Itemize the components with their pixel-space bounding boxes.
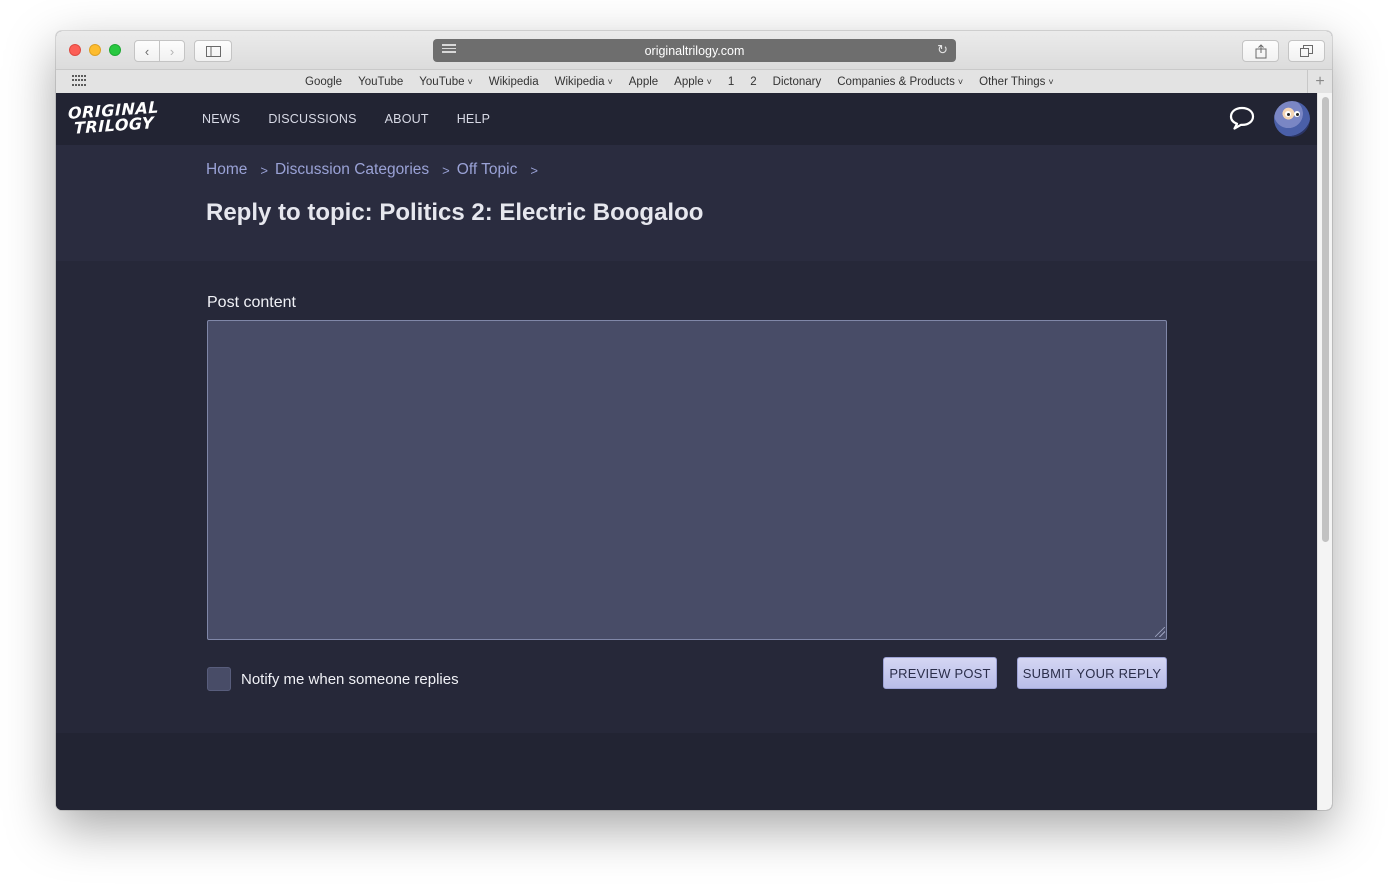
favorite-label: Apple bbox=[674, 75, 704, 88]
favorite-label: Wikipedia bbox=[554, 75, 605, 88]
close-window-button[interactable] bbox=[69, 44, 81, 56]
address-bar[interactable]: originaltrilogy.com ↻ bbox=[433, 39, 956, 62]
tabs-icon bbox=[1300, 45, 1313, 57]
sidebar-toggle-button[interactable] bbox=[194, 40, 232, 62]
favorite-item[interactable]: 1 bbox=[728, 76, 734, 88]
page-header: Home > Discussion Categories > Off Topic… bbox=[56, 145, 1317, 261]
page-title: Reply to topic: Politics 2: Electric Boo… bbox=[206, 199, 704, 226]
web-page: ORIGINAL TRILOGY NEWS DISCUSSIONS ABOUT … bbox=[56, 93, 1317, 810]
browser-window: ‹ › originaltrilogy.com ↻ Google YouTube… bbox=[56, 31, 1332, 810]
preview-post-button[interactable]: PREVIEW POST bbox=[883, 657, 997, 689]
notify-label[interactable]: Notify me when someone replies bbox=[241, 671, 459, 688]
vertical-scrollbar[interactable] bbox=[1317, 93, 1332, 810]
chevron-right-icon: › bbox=[169, 43, 175, 59]
chevron-down-icon: ˅ bbox=[706, 76, 712, 87]
favorite-item[interactable]: 2 bbox=[750, 76, 756, 88]
chevron-left-icon: ‹ bbox=[144, 43, 150, 59]
scrollbar-thumb[interactable] bbox=[1322, 97, 1329, 542]
nav-discussions[interactable]: DISCUSSIONS bbox=[268, 112, 356, 126]
favorite-item[interactable]: Apple ˅ bbox=[674, 76, 712, 88]
post-content-textarea[interactable] bbox=[207, 320, 1167, 640]
top-sites-icon[interactable] bbox=[72, 75, 87, 87]
favorite-item[interactable]: Wikipedia ˅ bbox=[555, 76, 613, 88]
favorite-item[interactable]: Other Things ˅ bbox=[979, 76, 1054, 88]
nav-news[interactable]: NEWS bbox=[202, 112, 240, 126]
favorite-label: Apple bbox=[628, 75, 659, 88]
site-header: ORIGINAL TRILOGY NEWS DISCUSSIONS ABOUT … bbox=[56, 93, 1317, 145]
resize-grip-icon[interactable] bbox=[1155, 627, 1165, 637]
reload-icon[interactable]: ↻ bbox=[937, 42, 948, 58]
favorites-bar: Google YouTube YouTube ˅ Wikipedia Wikipedia ˅… bbox=[56, 70, 1332, 94]
breadcrumb-separator: > bbox=[530, 162, 538, 178]
maximize-window-button[interactable] bbox=[109, 44, 121, 56]
messages-icon[interactable] bbox=[1228, 105, 1256, 131]
nav-help[interactable]: HELP bbox=[457, 112, 490, 126]
nav-about[interactable]: ABOUT bbox=[385, 112, 429, 126]
submit-reply-button[interactable]: SUBMIT YOUR REPLY bbox=[1017, 657, 1167, 689]
chevron-down-icon: ˅ bbox=[957, 76, 964, 87]
notify-checkbox[interactable] bbox=[207, 667, 231, 691]
back-button[interactable]: ‹ bbox=[134, 40, 160, 62]
favorite-item[interactable]: Google bbox=[305, 76, 342, 88]
favorite-label: 1 bbox=[727, 75, 735, 88]
chevron-down-icon: ˅ bbox=[607, 76, 613, 87]
user-avatar[interactable] bbox=[1274, 101, 1310, 137]
favorite-label: YouTube bbox=[419, 75, 465, 88]
share-button[interactable] bbox=[1242, 40, 1279, 62]
favorite-label: Companies & Products bbox=[837, 75, 955, 88]
favorite-item[interactable]: Wikipedia bbox=[489, 76, 539, 88]
sidebar-icon bbox=[205, 45, 221, 57]
minimize-window-button[interactable] bbox=[89, 44, 101, 56]
chevron-down-icon: ˅ bbox=[467, 76, 473, 87]
address-url: originaltrilogy.com bbox=[644, 43, 745, 58]
favorite-label: Wikipedia bbox=[488, 75, 539, 88]
forward-button[interactable]: › bbox=[159, 40, 185, 62]
favorite-item[interactable]: YouTube ˅ bbox=[419, 76, 472, 88]
favorite-item[interactable]: Dictonary bbox=[773, 76, 822, 88]
reader-icon[interactable] bbox=[442, 44, 456, 55]
chevron-down-icon: ˅ bbox=[1048, 76, 1054, 87]
reply-form: Post content Notify me when someone repl… bbox=[56, 261, 1317, 733]
tab-overview-button[interactable] bbox=[1288, 40, 1325, 62]
favorite-label: Dictonary bbox=[772, 75, 822, 88]
browser-toolbar: ‹ › originaltrilogy.com ↻ bbox=[56, 31, 1332, 70]
favorite-item[interactable]: YouTube bbox=[358, 76, 403, 88]
page-footer bbox=[56, 733, 1317, 810]
favorite-label: Other Things bbox=[979, 75, 1046, 88]
breadcrumb-separator: > bbox=[260, 162, 268, 178]
main-nav: NEWS DISCUSSIONS ABOUT HELP bbox=[202, 93, 518, 145]
breadcrumb-separator: > bbox=[442, 162, 450, 178]
breadcrumb: Home > Discussion Categories > Off Topic… bbox=[206, 161, 545, 179]
post-content-label: Post content bbox=[207, 294, 296, 311]
site-logo[interactable]: ORIGINAL TRILOGY bbox=[68, 98, 180, 138]
add-tab-icon[interactable]: + bbox=[1307, 70, 1332, 93]
favorite-label: Google bbox=[305, 75, 343, 88]
breadcrumb-discussion-categories[interactable]: Discussion Categories bbox=[275, 161, 429, 179]
share-icon bbox=[1255, 43, 1266, 58]
favorite-item[interactable]: Apple bbox=[629, 76, 658, 88]
favorites-list: Google YouTube YouTube ˅ Wikipedia Wikipedia ˅… bbox=[305, 70, 1070, 93]
breadcrumb-home[interactable]: Home bbox=[206, 161, 247, 179]
favorite-label: 2 bbox=[750, 75, 757, 88]
favorite-label: YouTube bbox=[358, 75, 404, 88]
breadcrumb-off-topic[interactable]: Off Topic bbox=[457, 161, 518, 179]
favorite-item[interactable]: Companies & Products ˅ bbox=[837, 76, 963, 88]
